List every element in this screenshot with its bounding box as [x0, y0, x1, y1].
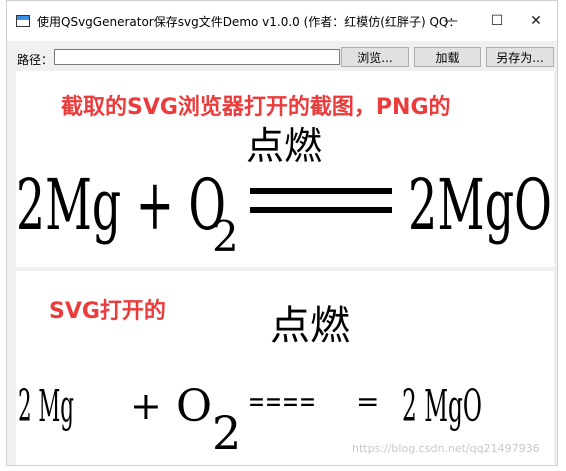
app-icon — [16, 15, 30, 27]
svg-reactant-mg-text: 2 Mg — [18, 381, 74, 432]
svg-caption: SVG打开的 — [49, 299, 166, 324]
png-product-text: 2MgO — [408, 164, 552, 246]
svg-oxygen-text: O — [176, 381, 212, 432]
png-reactants-text: 2Mg + O — [16, 164, 226, 246]
png-equals-bar-bottom — [250, 207, 392, 213]
png-subscript-text: 2 — [212, 212, 239, 261]
png-equals-bar-top — [250, 188, 392, 194]
svg-subscript-text: 2 — [212, 406, 241, 460]
png-condition-text: 点燃 — [246, 124, 322, 168]
svg-equals-text: = — [356, 385, 379, 418]
minimize-icon[interactable]: — — [428, 1, 474, 41]
watermark-text: https://blog.csdn.net/qq21497936 — [352, 442, 540, 455]
path-input[interactable] — [54, 49, 340, 65]
title-bar: 使用QSvgGenerator保存svg文件Demo v1.0.0 (作者：红模… — [7, 1, 557, 41]
close-icon[interactable]: ✕ — [513, 1, 557, 41]
window-title: 使用QSvgGenerator保存svg文件Demo v1.0.0 (作者：红模… — [37, 15, 457, 29]
png-caption: 截取的SVG浏览器打开的截图，PNG的 — [61, 95, 451, 120]
browse-button[interactable]: 浏览... — [341, 47, 409, 67]
toolbar: 路径： 浏览... 加载 另存为... — [7, 41, 557, 71]
svg-arrow-text: ==== — [248, 385, 316, 418]
svg-render-panel: 点燃 2 Mg + O 2 ==== = 2 MgO SVG打开的 — [16, 271, 554, 465]
svg-condition-text: 点燃 — [270, 303, 350, 349]
svg-product-text: 2 MgO — [402, 381, 482, 432]
app-window: 使用QSvgGenerator保存svg文件Demo v1.0.0 (作者：红模… — [6, 0, 558, 466]
load-button[interactable]: 加载 — [414, 47, 481, 67]
save-as-button[interactable]: 另存为... — [486, 47, 554, 67]
path-label: 路径： — [17, 53, 54, 67]
png-screenshot-panel: 点燃 2Mg + O 2 2MgO 截取的SVG浏览器打开的截图，PNG的 — [16, 71, 554, 267]
svg-plus-text: + — [130, 384, 162, 428]
